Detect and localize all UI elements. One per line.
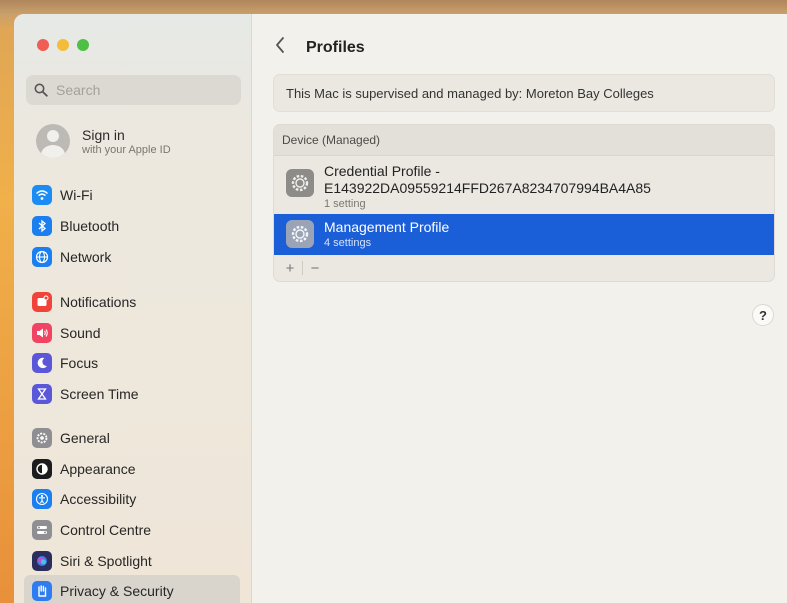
add-remove-bar: + − bbox=[274, 255, 774, 281]
profile-row-management[interactable]: Management Profile 4 settings bbox=[274, 214, 774, 255]
profile-settings-count: 1 setting bbox=[324, 198, 366, 210]
wifi-icon bbox=[32, 185, 52, 205]
profile-name-line1: Credential Profile - bbox=[324, 163, 440, 179]
minimize-button[interactable] bbox=[57, 39, 69, 51]
sidebar-item-siri-spotlight[interactable]: Siri & Spotlight bbox=[32, 548, 242, 574]
sidebar-item-accessibility[interactable]: Accessibility bbox=[32, 486, 242, 512]
hand-icon bbox=[32, 581, 52, 601]
bell-icon bbox=[32, 292, 52, 312]
sidebar-item-general[interactable]: General bbox=[32, 425, 242, 451]
sidebar-item-label: Screen Time bbox=[60, 386, 139, 402]
page-title: Profiles bbox=[306, 39, 365, 56]
sidebar-item-sound[interactable]: Sound bbox=[32, 320, 242, 346]
appearance-icon bbox=[32, 459, 52, 479]
close-button[interactable] bbox=[37, 39, 49, 51]
accessibility-icon bbox=[32, 489, 52, 509]
main-content: Profiles This Mac is supervised and mana… bbox=[252, 14, 787, 603]
hourglass-icon bbox=[32, 384, 52, 404]
signin-title: Sign in bbox=[82, 126, 125, 143]
add-profile-button[interactable]: + bbox=[280, 260, 300, 277]
profiles-group: Device (Managed) Credential Profile - E1… bbox=[273, 124, 775, 282]
profile-name: Management Profile bbox=[324, 219, 450, 235]
supervision-notice: This Mac is supervised and managed by: M… bbox=[273, 74, 775, 112]
moon-icon bbox=[32, 353, 52, 373]
sidebar-item-wifi[interactable]: Wi-Fi bbox=[32, 182, 242, 208]
system-settings-window: Sign in with your Apple ID Wi-Fi Bluetoo… bbox=[14, 14, 787, 603]
sidebar: Sign in with your Apple ID Wi-Fi Bluetoo… bbox=[14, 14, 252, 603]
sidebar-item-label: General bbox=[60, 430, 110, 446]
globe-icon bbox=[32, 247, 52, 267]
bluetooth-icon bbox=[32, 216, 52, 236]
sidebar-item-label: Wi-Fi bbox=[60, 187, 93, 203]
page-header: Profiles bbox=[274, 36, 365, 60]
remove-profile-button[interactable]: − bbox=[305, 260, 325, 277]
gear-icon bbox=[32, 428, 52, 448]
group-header: Device (Managed) bbox=[274, 125, 774, 156]
signin-subtitle: with your Apple ID bbox=[82, 143, 171, 156]
help-button[interactable]: ? bbox=[752, 304, 774, 326]
gear-icon bbox=[286, 169, 314, 197]
search-input[interactable] bbox=[54, 81, 228, 99]
control-centre-icon bbox=[32, 520, 52, 540]
sidebar-item-notifications[interactable]: Notifications bbox=[32, 289, 242, 315]
apple-id-signin[interactable]: Sign in with your Apple ID bbox=[36, 124, 171, 158]
sidebar-item-network[interactable]: Network bbox=[32, 244, 242, 270]
sidebar-item-label: Control Centre bbox=[60, 522, 152, 538]
profile-row-credential[interactable]: Credential Profile - E143922DA09559214FF… bbox=[274, 158, 774, 213]
sidebar-item-label: Notifications bbox=[60, 294, 137, 310]
gear-icon bbox=[286, 220, 314, 248]
sidebar-item-bluetooth[interactable]: Bluetooth bbox=[32, 213, 242, 239]
sidebar-item-label: Appearance bbox=[60, 461, 136, 477]
sidebar-item-label: Privacy & Security bbox=[60, 583, 174, 599]
sidebar-item-control-centre[interactable]: Control Centre bbox=[32, 517, 242, 543]
sidebar-item-appearance[interactable]: Appearance bbox=[32, 456, 242, 482]
sidebar-item-label: Sound bbox=[60, 325, 101, 341]
zoom-button[interactable] bbox=[77, 39, 89, 51]
sidebar-item-label: Focus bbox=[60, 355, 99, 371]
search-field[interactable] bbox=[26, 75, 241, 105]
sidebar-item-focus[interactable]: Focus bbox=[32, 350, 242, 376]
speaker-icon bbox=[32, 323, 52, 343]
sidebar-item-label: Bluetooth bbox=[60, 218, 120, 234]
sidebar-item-label: Network bbox=[60, 249, 112, 265]
sidebar-item-label: Accessibility bbox=[60, 491, 137, 507]
search-icon bbox=[34, 83, 48, 97]
back-chevron-icon[interactable] bbox=[274, 36, 296, 60]
traffic-lights bbox=[37, 39, 89, 51]
sidebar-item-screen-time[interactable]: Screen Time bbox=[32, 381, 242, 407]
sidebar-item-privacy-security[interactable]: Privacy & Security bbox=[24, 575, 240, 603]
profile-name-line2: E143922DA09559214FFD267A8234707994BA4A85 bbox=[324, 180, 651, 196]
profile-settings-count: 4 settings bbox=[324, 237, 372, 249]
siri-icon bbox=[32, 551, 52, 571]
sidebar-item-label: Siri & Spotlight bbox=[60, 553, 152, 569]
avatar bbox=[36, 124, 70, 158]
